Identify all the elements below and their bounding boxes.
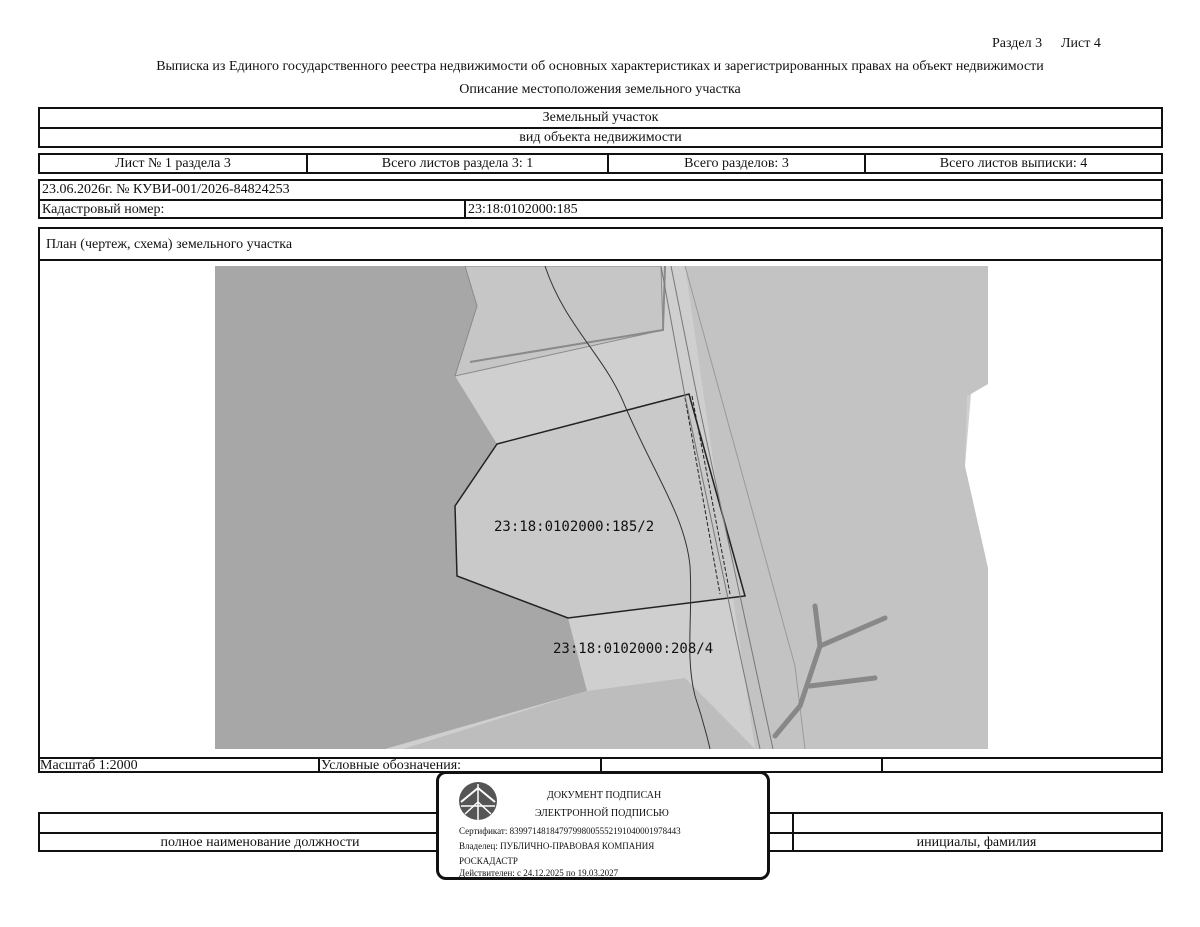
sheet-label: Лист 4 [1061,36,1101,51]
document-title: Выписка из Единого государственного реес… [156,59,1044,74]
section-label: Раздел 3 [992,36,1043,51]
position-caption: полное наименование должности [160,835,360,850]
total-sheets-section: Всего листов раздела 3: 1 [308,155,609,172]
stamp-validity: Действителен: с 24.12.2025 по 19.03.2027 [459,868,619,878]
name-caption: инициалы, фамилия [916,835,1037,850]
map-right-area [685,266,988,749]
total-sheets-extract: Всего листов выписки: 4 [939,155,1088,171]
sheets-row: Лист № 1 раздела 3 Всего листов раздела … [38,153,1163,174]
cadastral-map: 23:18:0102000:185/2 23:18:0102000:208/4 [215,266,988,749]
object-type-box: Земельный участок вид объекта недвижимос… [38,107,1163,148]
object-type: Земельный участок [542,110,659,125]
cadastral-label: Кадастровый номер: [42,202,165,217]
record-box: 23.06.2026г. № КУВИ-001/2026-84824253 Ка… [38,179,1163,219]
parcel-main-label: 23:18:0102000:185/2 [494,519,654,535]
object-type-caption: вид объекта недвижимости [519,130,682,145]
parcel-adjacent-label: 23:18:0102000:208/4 [553,641,713,657]
scale-label: Масштаб 1:2000 [40,758,138,773]
stamp-owner-line2: РОСКАДАСТР [459,856,518,866]
e-signature-stamp: ДОКУМЕНТ ПОДПИСАН ЭЛЕКТРОННОЙ ПОДПИСЬЮ С… [436,771,770,880]
stamp-certificate: Сертификат: 8399714818479799800555219104… [459,826,681,836]
map-drawing: 23:18:0102000:185/2 23:18:0102000:208/4 [215,266,988,749]
date-number: 23.06.2026г. № КУВИ-001/2026-84824253 [42,182,290,197]
stamp-owner-line1: Владелец: ПУБЛИЧНО-ПРАВОВАЯ КОМПАНИЯ [459,841,655,851]
stamp-line1: ДОКУМЕНТ ПОДПИСАН [547,790,662,801]
emblem-icon [459,782,497,820]
parcel-main-outline [454,393,746,619]
sheet-of-section: Лист № 1 раздела 3 [40,155,308,172]
plan-title: План (чертеж, схема) земельного участка [46,237,293,252]
document-subtitle: Описание местоположения земельного участ… [459,82,741,97]
stamp-line2: ЭЛЕКТРОННОЙ ПОДПИСЬЮ [535,808,669,819]
total-sections: Всего разделов: 3 [609,155,866,172]
cadastral-value: 23:18:0102000:185 [468,202,578,217]
